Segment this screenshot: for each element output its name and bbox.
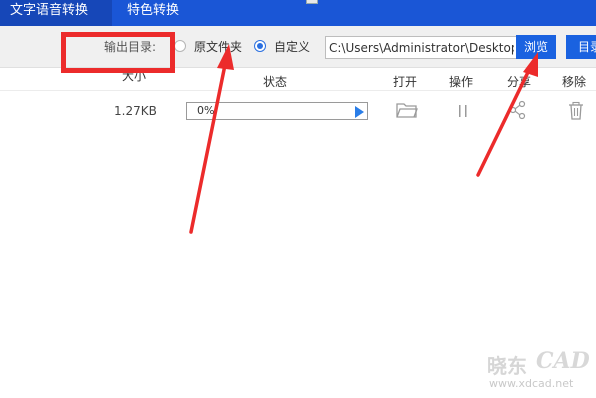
folder-icon[interactable] (396, 101, 418, 122)
highlight-box (61, 32, 175, 73)
header-remove: 移除 (562, 75, 587, 89)
tab-bar: 文字语音转换 特色转换 (0, 0, 596, 26)
watermark-logo: 晓东 (487, 354, 527, 378)
radio-original-folder-label[interactable]: 原文件夹 (194, 38, 242, 55)
file-size: 1.27KB (114, 104, 157, 118)
header-status: 状态 (263, 75, 288, 89)
trash-icon[interactable] (567, 101, 585, 124)
header-open: 打开 (393, 75, 418, 89)
progress-text: 0% (197, 104, 215, 117)
tab-text-voice-convert[interactable]: 文字语音转换 (0, 0, 112, 26)
radio-custom-label[interactable]: 自定义 (274, 38, 310, 55)
window-icon (306, 0, 318, 4)
watermark-url: www.xdcad.net (489, 377, 574, 390)
header-operation: 操作 (449, 75, 474, 89)
radio-original-folder[interactable] (174, 40, 186, 52)
output-path-input[interactable] (325, 36, 518, 59)
directory-button[interactable]: 目录 (566, 35, 596, 59)
play-icon[interactable] (355, 106, 364, 118)
browse-button[interactable]: 浏览 (516, 35, 556, 59)
progress-bar: 0% (186, 102, 368, 120)
watermark-cad: CAD (536, 348, 590, 374)
share-icon[interactable] (509, 100, 527, 123)
radio-custom[interactable] (254, 40, 266, 52)
tab-special-convert[interactable]: 特色转换 (127, 0, 179, 26)
header-share: 分享 (507, 75, 532, 89)
pause-icon[interactable] (457, 104, 469, 121)
